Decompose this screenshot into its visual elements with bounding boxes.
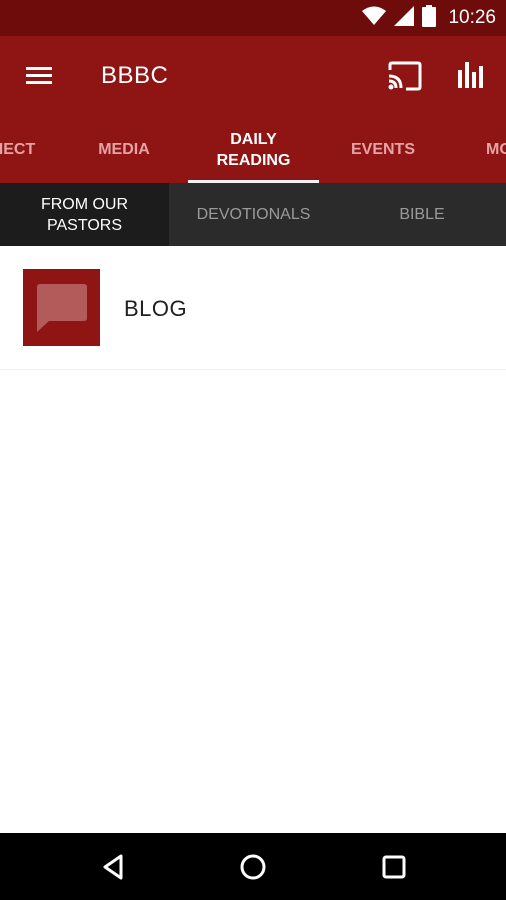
system-nav-bar	[0, 833, 506, 900]
status-time: 10:26	[448, 7, 496, 28]
sub-tab-bible[interactable]: BIBLE	[338, 183, 506, 246]
app-bar: BBBC	[0, 36, 506, 116]
list-item-label: BLOG	[124, 296, 188, 321]
sub-tab-label: FROM OUR PASTORS	[40, 195, 129, 234]
chat-bubble-icon	[37, 284, 87, 332]
tab-label: DAILY READING	[216, 130, 291, 169]
tab-daily-reading[interactable]: DAILY READING	[188, 116, 319, 183]
signal-icon	[394, 5, 415, 31]
recents-icon	[382, 855, 406, 879]
sub-tab-label: DEVOTIONALS	[196, 206, 311, 223]
sub-tab-from-our-pastors[interactable]: FROM OUR PASTORS	[0, 183, 169, 246]
tab-label: EVENTS	[350, 141, 415, 158]
bar-chart-icon	[458, 62, 483, 88]
list-item-thumbnail	[23, 269, 100, 346]
tab-more[interactable]: MO	[478, 116, 506, 183]
back-icon	[103, 854, 123, 880]
status-bar: 10:26	[0, 0, 506, 36]
back-button[interactable]	[97, 850, 131, 884]
wifi-icon	[362, 6, 387, 31]
tab-label: MO	[486, 141, 506, 158]
cast-icon	[388, 61, 422, 91]
list-item[interactable]: BLOG	[0, 246, 506, 370]
recents-button[interactable]	[377, 850, 411, 884]
tab-label: MEDIA	[98, 141, 150, 158]
menu-button[interactable]	[22, 62, 58, 90]
sub-tab-label: BIBLE	[399, 206, 445, 223]
home-icon	[240, 854, 266, 880]
app-title: BBBC	[101, 62, 169, 89]
sub-tab-bar: FROM OUR PASTORS DEVOTIONALS BIBLE	[0, 183, 506, 246]
stats-button[interactable]	[455, 58, 489, 92]
tab-label: IECT	[0, 141, 36, 158]
tab-connect[interactable]: IECT	[0, 116, 52, 183]
status-icons: 10:26	[362, 0, 496, 36]
menu-icon	[26, 67, 52, 84]
cast-button[interactable]	[386, 60, 424, 92]
tab-events[interactable]: EVENTS	[335, 116, 431, 183]
tab-media[interactable]: MEDIA	[78, 116, 170, 183]
tab-bar: IECT MEDIA DAILY READING EVENTS MO	[0, 116, 506, 183]
battery-icon	[422, 4, 437, 32]
home-button[interactable]	[236, 850, 270, 884]
sub-tab-devotionals[interactable]: DEVOTIONALS	[169, 183, 338, 246]
